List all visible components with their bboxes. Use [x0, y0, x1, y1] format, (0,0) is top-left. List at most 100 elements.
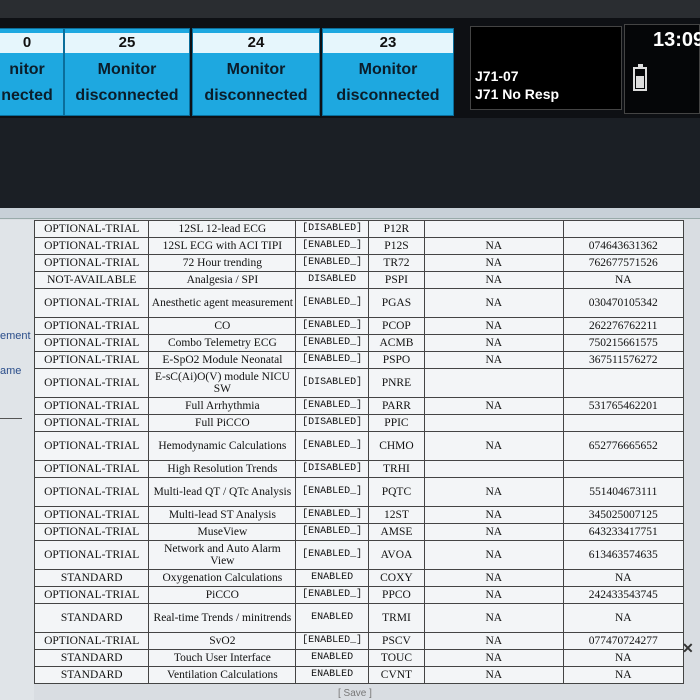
table-cell: NA	[423, 603, 564, 633]
table-row[interactable]: OPTIONAL-TRIAL 12SL 12-lead ECG [DISABLED]…	[33, 220, 685, 238]
table-cell: NOT-AVAILABLE	[33, 271, 150, 289]
table-cell: [ENABLED_]	[295, 477, 369, 507]
table-cell: STANDARD	[33, 603, 150, 633]
table-row[interactable]: OPTIONAL-TRIAL Multi-lead QT / QTc Analys…	[33, 477, 685, 507]
table-cell: NA	[423, 334, 564, 352]
table-cell	[423, 460, 564, 478]
table-row[interactable]: OPTIONAL-TRIAL Combo Telemetry ECG [ENABLE…	[33, 334, 685, 352]
table-row[interactable]: OPTIONAL-TRIAL High Resolution Trends [DIS…	[33, 460, 685, 478]
table-cell: NA	[562, 666, 685, 684]
table-row[interactable]: OPTIONAL-TRIAL Full Arrhythmia [ENABLED_] P…	[33, 397, 685, 415]
panel-header	[0, 208, 700, 219]
table-cell: [ENABLED_]	[295, 586, 369, 604]
table-row[interactable]: OPTIONAL-TRIAL 12SL ECG with ACI TIPI [ENA…	[33, 237, 685, 255]
table-cell: OPTIONAL-TRIAL	[33, 351, 150, 369]
table-cell: [ENABLED_]	[295, 397, 369, 415]
table-cell: Combo Telemetry ECG	[148, 334, 297, 352]
table-row[interactable]: OPTIONAL-TRIAL Anesthetic agent measureme…	[33, 288, 685, 318]
table-cell: NA	[562, 271, 685, 289]
table-cell: DISABLED	[295, 271, 369, 289]
table-cell: [DISABLED]	[295, 460, 369, 478]
table-row[interactable]: NOT-AVAILABLE Analgesia / SPI DISABLED PSPI…	[33, 271, 685, 289]
table-cell: Full Arrhythmia	[148, 397, 297, 415]
table-cell: [DISABLED]	[295, 220, 369, 238]
table-cell: Touch User Interface	[148, 649, 297, 667]
table-cell: STANDARD	[33, 569, 150, 587]
table-cell: PPIC	[367, 414, 425, 432]
table-cell: OPTIONAL-TRIAL	[33, 237, 150, 255]
table-cell: STANDARD	[33, 666, 150, 684]
bed-tile-24[interactable]: 24 Monitor disconnected	[192, 28, 320, 116]
side-menu-item[interactable]: ame	[0, 365, 21, 377]
alarm-source: J71-07	[475, 68, 519, 84]
table-cell: OPTIONAL-TRIAL	[33, 477, 150, 507]
table-cell: PPCO	[367, 586, 425, 604]
table-cell: TOUC	[367, 649, 425, 667]
table-cell: 030470105342	[562, 288, 685, 318]
table-cell: COXY	[367, 569, 425, 587]
table-cell: 652776665652	[562, 431, 685, 461]
table-cell: NA	[423, 431, 564, 461]
table-cell: [ENABLED_]	[295, 523, 369, 541]
side-menu-item[interactable]: ement	[0, 330, 31, 342]
table-cell: 074643631362	[562, 237, 685, 255]
table-row[interactable]: OPTIONAL-TRIAL MuseView [ENABLED_] AMSE NA 64…	[33, 523, 685, 541]
table-row[interactable]: STANDARD Touch User Interface ENABLED TOUC N…	[33, 649, 685, 667]
table-row[interactable]: STANDARD Real-time Trends / minitrends ENA…	[33, 603, 685, 633]
table-row[interactable]: OPTIONAL-TRIAL Multi-lead ST Analysis [ENA…	[33, 506, 685, 524]
table-cell: [ENABLED_]	[295, 317, 369, 335]
table-cell: ENABLED	[295, 603, 369, 633]
table-cell: NA	[423, 317, 564, 335]
table-cell: E-sC(Ai)O(V) module NICU SW	[148, 368, 297, 398]
table-row[interactable]: OPTIONAL-TRIAL SvO2 [ENABLED_] PSCV NA 077470…	[33, 632, 685, 650]
table-cell: ACMB	[367, 334, 425, 352]
table-cell: NA	[562, 603, 685, 633]
table-row[interactable]: OPTIONAL-TRIAL 72 Hour trending [ENABLED_]…	[33, 254, 685, 272]
save-button[interactable]: [ Save ]	[338, 688, 372, 699]
table-cell: NA	[423, 523, 564, 541]
table-cell: [DISABLED]	[295, 414, 369, 432]
table-cell: 367511576272	[562, 351, 685, 369]
table-cell: OPTIONAL-TRIAL	[33, 220, 150, 238]
table-cell: 077470724277	[562, 632, 685, 650]
table-row[interactable]: OPTIONAL-TRIAL Full PiCCO [DISABLED] PPIC	[33, 414, 685, 432]
close-icon[interactable]: ✕	[682, 640, 694, 657]
table-cell	[562, 460, 685, 478]
table-cell: P12S	[367, 237, 425, 255]
table-cell: OPTIONAL-TRIAL	[33, 414, 150, 432]
bed-tile-0[interactable]: 0 nitor nected	[0, 28, 64, 116]
table-row[interactable]: OPTIONAL-TRIAL PiCCO [ENABLED_] PPCO NA 24243…	[33, 586, 685, 604]
table-row[interactable]: OPTIONAL-TRIAL Network and Auto Alarm Vie…	[33, 540, 685, 570]
table-cell: OPTIONAL-TRIAL	[33, 334, 150, 352]
table-row[interactable]: STANDARD Oxygenation Calculations ENABLED C…	[33, 569, 685, 587]
table-cell	[423, 220, 564, 238]
bed-number: 25	[65, 33, 189, 53]
table-row[interactable]: STANDARD Ventilation Calculations ENABLED C…	[33, 666, 685, 684]
table-row[interactable]: OPTIONAL-TRIAL E-SpO2 Module Neonatal [ENA…	[33, 351, 685, 369]
table-cell: ENABLED	[295, 649, 369, 667]
table-cell: TRHI	[367, 460, 425, 478]
table-cell: OPTIONAL-TRIAL	[33, 460, 150, 478]
table-cell: NA	[423, 477, 564, 507]
alarm-message-box[interactable]: J71-07 J71 No Resp	[470, 26, 622, 110]
table-cell: NA	[423, 351, 564, 369]
table-row[interactable]: OPTIONAL-TRIAL CO [ENABLED_] PCOP NA 26227676…	[33, 317, 685, 335]
table-row[interactable]: OPTIONAL-TRIAL E-sC(Ai)O(V) module NICU S…	[33, 368, 685, 398]
table-cell: NA	[423, 271, 564, 289]
table-cell: NA	[423, 540, 564, 570]
table-cell: OPTIONAL-TRIAL	[33, 397, 150, 415]
table-cell: 12SL ECG with ACI TIPI	[148, 237, 297, 255]
table-cell: OPTIONAL-TRIAL	[33, 632, 150, 650]
table-cell: NA	[423, 586, 564, 604]
table-cell: 750215661575	[562, 334, 685, 352]
table-cell: OPTIONAL-TRIAL	[33, 586, 150, 604]
table-cell: OPTIONAL-TRIAL	[33, 288, 150, 318]
table-cell: [ENABLED_]	[295, 334, 369, 352]
table-cell: 345025007125	[562, 506, 685, 524]
table-cell: [DISABLED]	[295, 368, 369, 398]
bed-tile-25[interactable]: 25 Monitor disconnected	[64, 28, 190, 116]
table-row[interactable]: OPTIONAL-TRIAL Hemodynamic Calculations [E…	[33, 431, 685, 461]
bed-tile-23[interactable]: 23 Monitor disconnected	[322, 28, 454, 116]
table-cell: TRMI	[367, 603, 425, 633]
bed-number: 0	[0, 33, 63, 53]
